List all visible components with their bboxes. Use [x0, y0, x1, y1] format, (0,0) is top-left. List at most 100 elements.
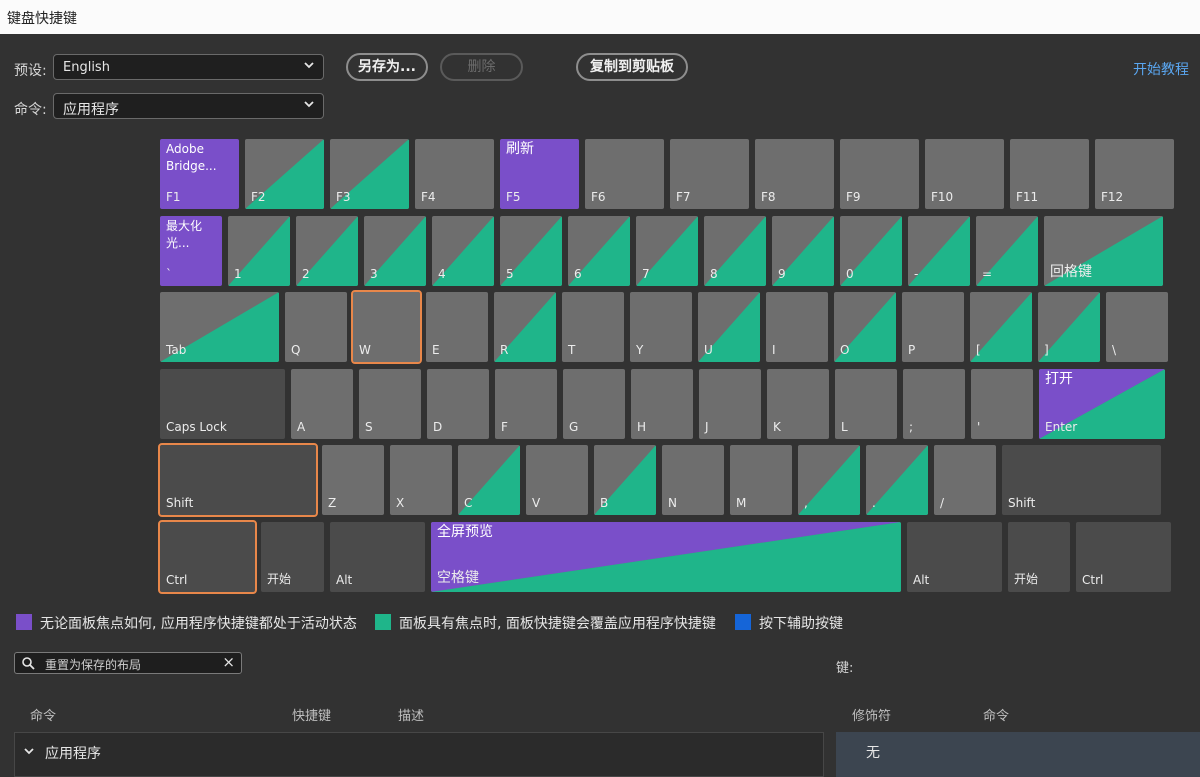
- key-Shift[interactable]: Shift: [160, 445, 316, 515]
- key-F[interactable]: F: [495, 369, 557, 439]
- key-command-label: 最大化光...: [166, 218, 202, 252]
- key-Z[interactable]: Z: [322, 445, 384, 515]
- window-title-bar: 键盘快捷键: [0, 0, 1200, 34]
- key-O[interactable]: O: [834, 292, 896, 362]
- key-W[interactable]: W: [353, 292, 420, 362]
- key-3[interactable]: 3: [364, 216, 426, 286]
- key-C[interactable]: C: [458, 445, 520, 515]
- key-F1[interactable]: AdobeBridge...F1: [160, 139, 239, 209]
- start-tutorial-link[interactable]: 开始教程: [1133, 59, 1189, 79]
- key-开始[interactable]: 开始: [1008, 522, 1070, 592]
- key-7[interactable]: 7: [636, 216, 698, 286]
- key-F9[interactable]: F9: [840, 139, 919, 209]
- key-label: 2: [302, 267, 310, 281]
- key-X[interactable]: X: [390, 445, 452, 515]
- delete-button[interactable]: 删除: [440, 53, 523, 81]
- key-B[interactable]: B: [594, 445, 656, 515]
- key-F11[interactable]: F11: [1010, 139, 1089, 209]
- key-label: O: [840, 343, 849, 357]
- preset-dropdown[interactable]: English: [53, 54, 324, 80]
- key-,[interactable]: ,: [798, 445, 860, 515]
- column-header-shortcut[interactable]: 快捷键: [292, 705, 331, 724]
- key-D[interactable]: D: [427, 369, 489, 439]
- key-空格键[interactable]: 全屏预览空格键: [431, 522, 901, 592]
- key-E[interactable]: E: [426, 292, 488, 362]
- column-header-command-right[interactable]: 命令: [983, 705, 1009, 724]
- key-/[interactable]: /: [934, 445, 996, 515]
- key-.[interactable]: .: [866, 445, 928, 515]
- key-Shift[interactable]: Shift: [1002, 445, 1161, 515]
- key-F3[interactable]: F3: [330, 139, 409, 209]
- key-F10[interactable]: F10: [925, 139, 1004, 209]
- key-K[interactable]: K: [767, 369, 829, 439]
- command-group-row[interactable]: 应用程序: [14, 732, 824, 777]
- column-header-modifier[interactable]: 修饰符: [852, 705, 891, 724]
- key-2[interactable]: 2: [296, 216, 358, 286]
- chevron-down-icon[interactable]: [23, 745, 35, 757]
- key-5[interactable]: 5: [500, 216, 562, 286]
- column-header-command[interactable]: 命令: [30, 705, 56, 724]
- key-Alt[interactable]: Alt: [907, 522, 1002, 592]
- key-Y[interactable]: Y: [630, 292, 692, 362]
- modifier-list-row[interactable]: 无: [836, 732, 1200, 777]
- key-A[interactable]: A: [291, 369, 353, 439]
- key-P[interactable]: P: [902, 292, 964, 362]
- key-8[interactable]: 8: [704, 216, 766, 286]
- key-回格键[interactable]: 回格键: [1044, 216, 1163, 286]
- key-=[interactable]: =: [976, 216, 1038, 286]
- key-'[interactable]: ': [971, 369, 1033, 439]
- key-1[interactable]: 1: [228, 216, 290, 286]
- column-header-description[interactable]: 描述: [398, 705, 424, 724]
- key-G[interactable]: G: [563, 369, 625, 439]
- key-][interactable]: ]: [1038, 292, 1100, 362]
- clear-icon[interactable]: ×: [222, 653, 235, 671]
- key-F4[interactable]: F4: [415, 139, 494, 209]
- key-4[interactable]: 4: [432, 216, 494, 286]
- key-开始[interactable]: 开始: [261, 522, 324, 592]
- key-H[interactable]: H: [631, 369, 693, 439]
- key-F2[interactable]: F2: [245, 139, 324, 209]
- key-F5[interactable]: 刷新F5: [500, 139, 579, 209]
- key-N[interactable]: N: [662, 445, 724, 515]
- key-Caps Lock[interactable]: Caps Lock: [160, 369, 285, 439]
- key-Ctrl[interactable]: Ctrl: [1076, 522, 1171, 592]
- save-as-button[interactable]: 另存为...: [346, 53, 428, 81]
- key-J[interactable]: J: [699, 369, 761, 439]
- key-0[interactable]: 0: [840, 216, 902, 286]
- key-S[interactable]: S: [359, 369, 421, 439]
- key-F12[interactable]: F12: [1095, 139, 1174, 209]
- key-Alt[interactable]: Alt: [330, 522, 425, 592]
- key-I[interactable]: I: [766, 292, 828, 362]
- command-dropdown[interactable]: 应用程序: [53, 93, 324, 119]
- key-F7[interactable]: F7: [670, 139, 749, 209]
- copy-to-clipboard-button[interactable]: 复制到剪贴板: [576, 53, 688, 81]
- key--[interactable]: -: [908, 216, 970, 286]
- key-label: .: [872, 496, 876, 510]
- search-field[interactable]: 重置为保存的布局 ×: [14, 652, 242, 674]
- key-Tab[interactable]: Tab: [160, 292, 279, 362]
- key-Enter[interactable]: 打开Enter: [1039, 369, 1165, 439]
- key-6[interactable]: 6: [568, 216, 630, 286]
- key-label: G: [569, 420, 578, 434]
- key-F8[interactable]: F8: [755, 139, 834, 209]
- key-F6[interactable]: F6: [585, 139, 664, 209]
- key-Ctrl[interactable]: Ctrl: [160, 522, 255, 592]
- key-U[interactable]: U: [698, 292, 760, 362]
- key-V[interactable]: V: [526, 445, 588, 515]
- key-M[interactable]: M: [730, 445, 792, 515]
- key-T[interactable]: T: [562, 292, 624, 362]
- preset-label: 预设:: [14, 60, 47, 80]
- key-9[interactable]: 9: [772, 216, 834, 286]
- key-`[interactable]: 最大化光...`: [160, 216, 222, 286]
- key-label: F12: [1101, 190, 1123, 204]
- key-label: Tab: [166, 343, 186, 357]
- key-[[interactable]: [: [970, 292, 1032, 362]
- key-\[interactable]: \: [1106, 292, 1168, 362]
- key-label: K: [773, 420, 781, 434]
- key-L[interactable]: L: [835, 369, 897, 439]
- key-label: 4: [438, 267, 446, 281]
- key-;[interactable]: ;: [903, 369, 965, 439]
- key-label: X: [396, 496, 404, 510]
- key-Q[interactable]: Q: [285, 292, 347, 362]
- key-R[interactable]: R: [494, 292, 556, 362]
